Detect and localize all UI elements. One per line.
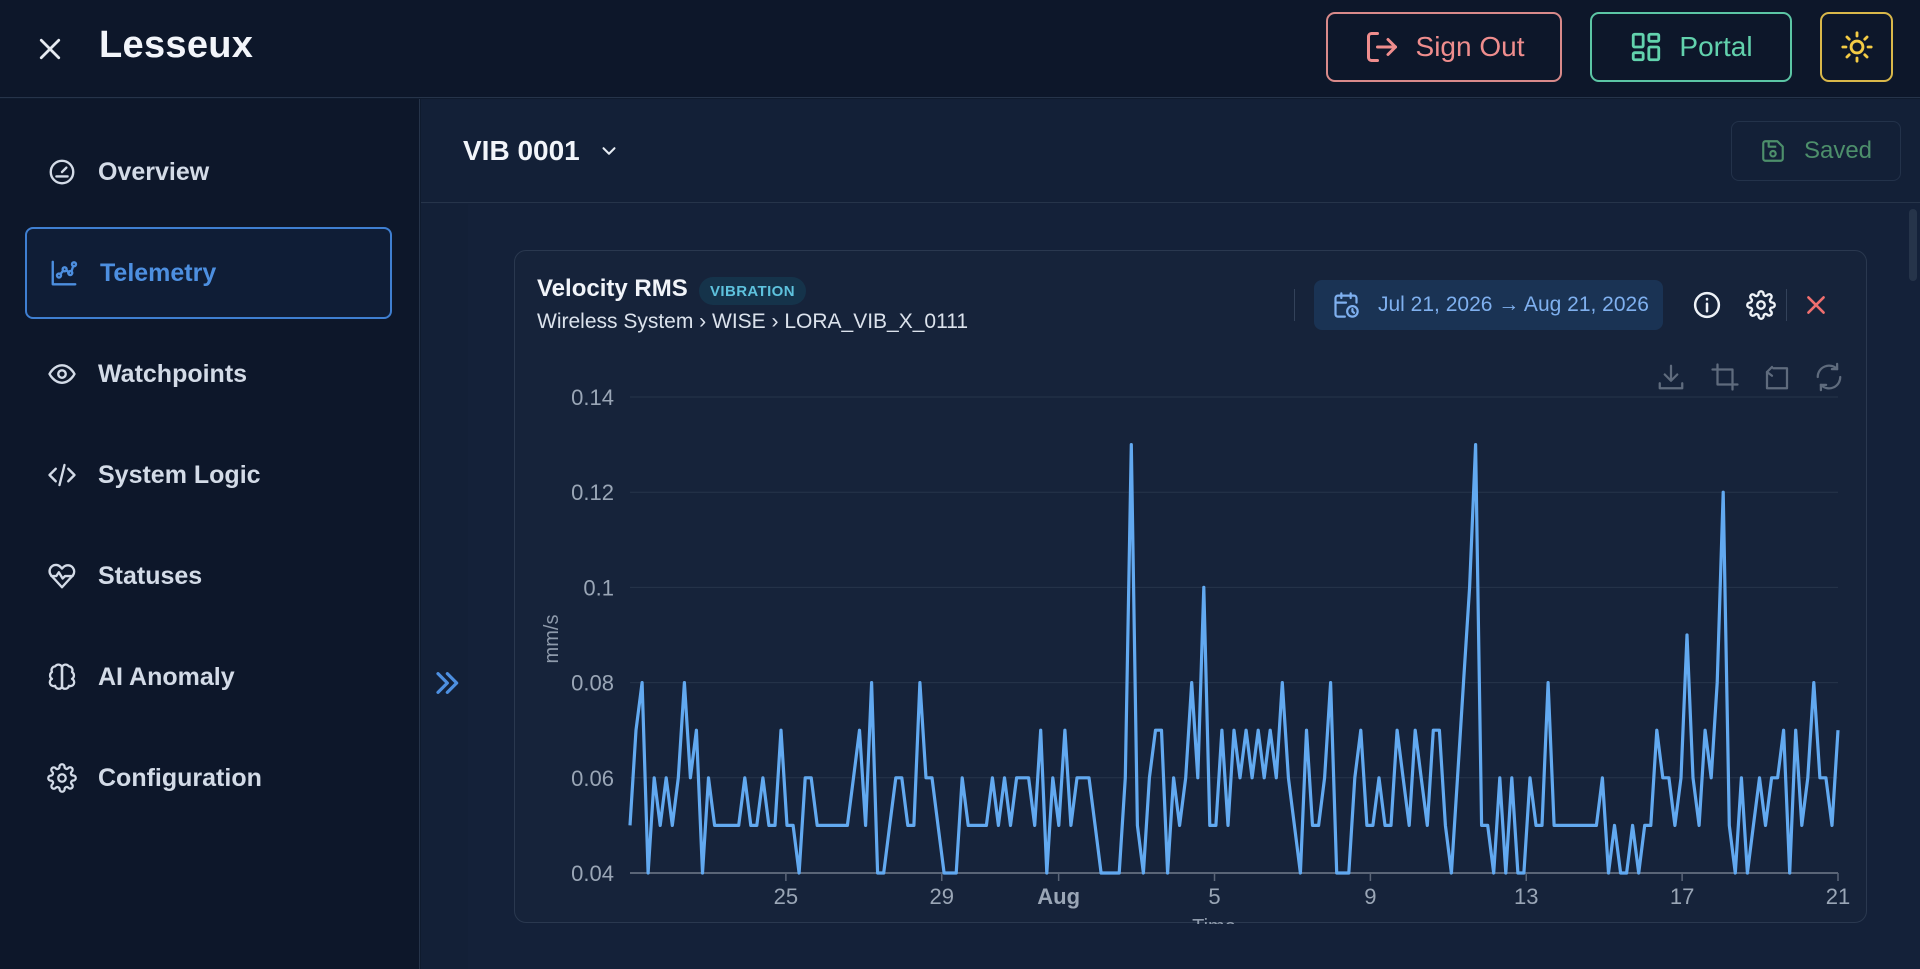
sidebar-item-overview[interactable]: Overview <box>25 126 392 218</box>
device-header: VIB 0001 Saved <box>421 99 1920 203</box>
y-tick-label: 0.14 <box>571 385 614 410</box>
divider <box>1786 289 1787 321</box>
zoom-reset-button[interactable] <box>1761 361 1793 393</box>
code-icon <box>44 457 80 493</box>
x-tick-label: 29 <box>929 884 953 909</box>
series-line <box>628 443 1840 875</box>
zoom-back-icon <box>1765 365 1789 390</box>
y-tick-label: 0.12 <box>571 480 614 505</box>
heart-pulse-icon <box>44 558 80 594</box>
close-icon <box>39 38 61 60</box>
panel-rail <box>421 204 468 969</box>
sidebar-item-label: Statuses <box>98 561 203 590</box>
sidebar-item-configuration[interactable]: Configuration <box>25 732 392 824</box>
refresh-icon <box>1816 362 1842 392</box>
main-content: VIB 0001 Saved 0.14 0.12 0.1 0.08 0.06 0.04 25… <box>421 99 1920 969</box>
date-range-label: Jul 21, 2026 → Aug 21, 2026 <box>1378 293 1649 316</box>
sidebar-item-statuses[interactable]: Statuses <box>25 530 392 622</box>
app-brand: Lesseux <box>99 24 254 66</box>
crop-icon <box>1711 363 1739 391</box>
sidebar-item-label: AI Anomaly <box>98 662 235 691</box>
sidebar-item-label: Overview <box>98 157 210 186</box>
x-tick-label: Aug <box>1037 884 1080 909</box>
brain-icon <box>44 659 80 695</box>
close-icon <box>1807 296 1825 314</box>
telemetry-chart-card: 0.14 0.12 0.1 0.08 0.06 0.04 25 29 Aug 5 9 13 17 21 Ti… <box>514 250 1867 924</box>
gear-icon <box>1746 290 1776 320</box>
saved-label: Saved <box>1803 137 1873 164</box>
download-chart-button[interactable] <box>1655 361 1687 393</box>
x-tick-label: 17 <box>1670 884 1694 909</box>
breadcrumb: Wireless System › WISE › LORA_VIB_X_0111 <box>537 310 969 333</box>
sidebar-item-label: Telemetry <box>100 258 217 287</box>
chart-line-icon <box>46 255 82 291</box>
dashboard-grid-icon <box>1632 32 1661 62</box>
sidebar-item-label: Configuration <box>98 763 262 792</box>
calendar-clock-icon <box>1334 292 1359 318</box>
download-icon <box>1658 364 1684 390</box>
portal-label: Portal <box>1679 31 1753 62</box>
top-bar: Lesseux Sign Out Portal <box>0 0 1920 98</box>
content-scrollbar[interactable] <box>1909 209 1917 281</box>
expand-panel-button[interactable] <box>429 666 463 700</box>
x-axis-label: Time <box>1192 916 1236 924</box>
info-icon <box>1693 291 1721 319</box>
x-tick-label: 5 <box>1208 884 1220 909</box>
logout-icon <box>1366 32 1397 62</box>
y-tick-label: 0.04 <box>571 861 614 886</box>
gear-icon <box>44 760 80 796</box>
sign-out-button[interactable]: Sign Out <box>1326 12 1562 82</box>
sun-icon <box>1840 31 1873 63</box>
close-menu-button[interactable] <box>30 29 70 69</box>
refresh-chart-button[interactable] <box>1813 361 1845 393</box>
x-tick-label: 25 <box>774 884 798 909</box>
y-tick-label: 0.06 <box>571 766 614 791</box>
x-tick-label: 21 <box>1826 884 1850 909</box>
saved-button[interactable]: Saved <box>1731 121 1901 181</box>
zoom-select-button[interactable] <box>1709 361 1741 393</box>
sidebar-item-label: System Logic <box>98 460 261 489</box>
sidebar: Overview Telemetry Watchpoints System Lo… <box>0 99 420 969</box>
device-select[interactable]: VIB 0001 <box>463 129 620 173</box>
chart-title: Velocity RMS <box>537 275 688 302</box>
chevrons-right-icon <box>436 672 459 694</box>
chart-settings-button[interactable] <box>1743 287 1779 323</box>
divider <box>1294 289 1295 321</box>
gauge-icon <box>44 154 80 190</box>
chevron-down-icon <box>602 147 616 155</box>
x-tick-label: 9 <box>1364 884 1376 909</box>
save-icon <box>1762 140 1784 162</box>
info-button[interactable] <box>1689 287 1725 323</box>
category-badge: VIBRATION <box>699 277 806 305</box>
y-tick-label: 0.08 <box>571 671 614 696</box>
velocity-rms-chart: 0.14 0.12 0.1 0.08 0.06 0.04 25 29 Aug 5 9 13 17 21 Ti… <box>541 385 1850 924</box>
theme-toggle-button[interactable] <box>1820 12 1893 82</box>
sidebar-item-watchpoints[interactable]: Watchpoints <box>25 328 392 420</box>
sign-out-label: Sign Out <box>1415 31 1525 62</box>
sidebar-item-telemetry[interactable]: Telemetry <box>25 227 392 319</box>
sidebar-item-ai-anomaly[interactable]: AI Anomaly <box>25 631 392 723</box>
sidebar-item-label: Watchpoints <box>98 359 248 388</box>
y-tick-label: 0.1 <box>583 575 614 600</box>
y-axis-label: mm/s <box>541 615 563 664</box>
eye-icon <box>44 356 80 392</box>
date-range-picker[interactable]: Jul 21, 2026 → Aug 21, 2026 <box>1314 280 1663 330</box>
x-tick-label: 13 <box>1514 884 1538 909</box>
portal-button[interactable]: Portal <box>1590 12 1792 82</box>
sidebar-item-system-logic[interactable]: System Logic <box>25 429 392 521</box>
device-name: VIB 0001 <box>463 135 580 166</box>
remove-chart-button[interactable] <box>1798 287 1834 323</box>
